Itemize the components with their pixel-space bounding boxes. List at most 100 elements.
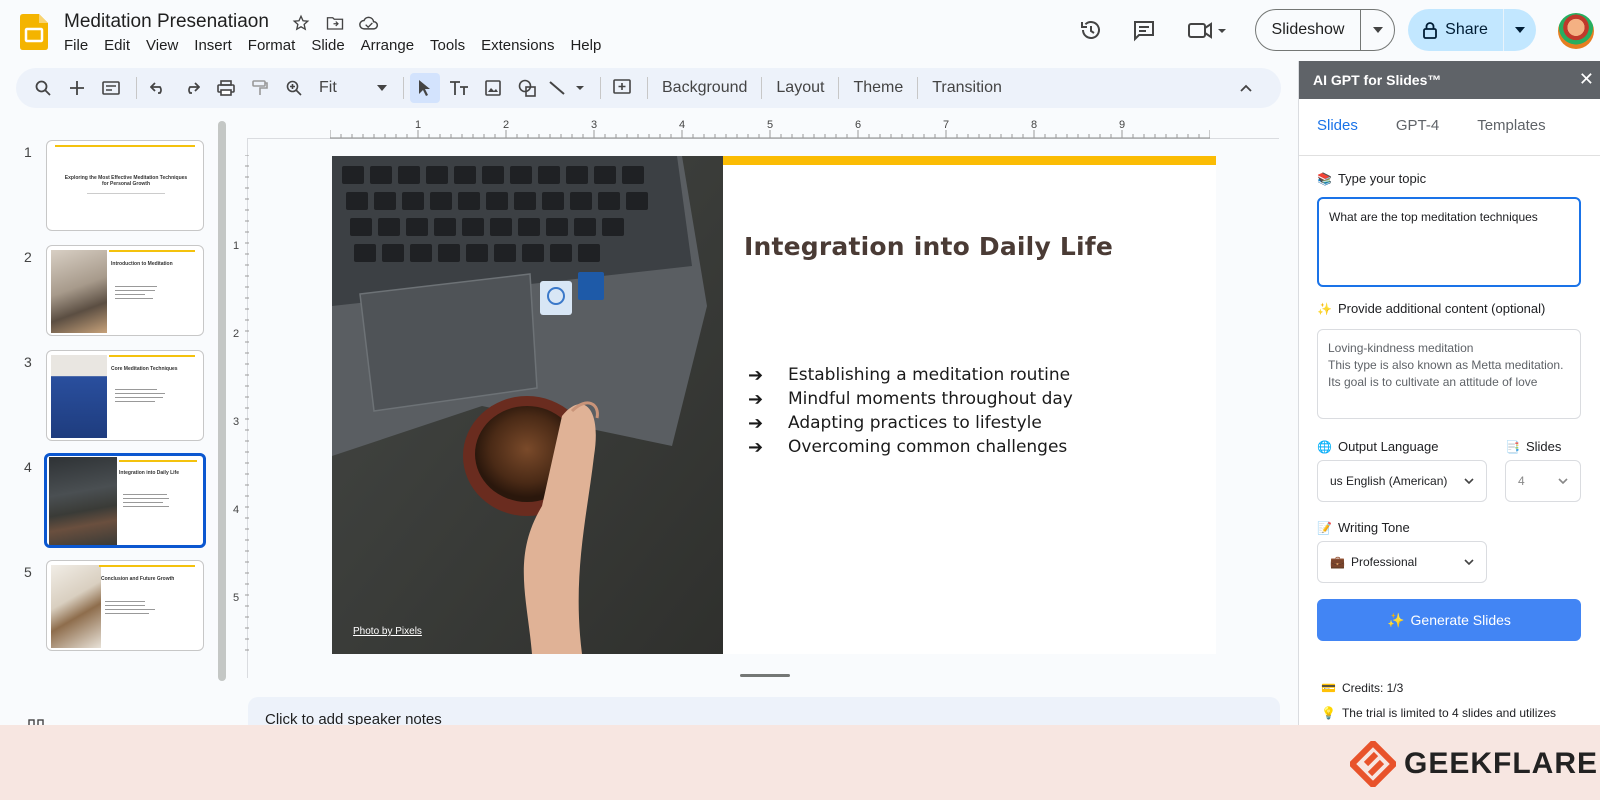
- zoom-value: Fit: [319, 79, 337, 96]
- filmstrip-scrollbar[interactable]: [218, 121, 226, 681]
- extra-content-label: ✨ Provide additional content (optional): [1317, 301, 1546, 316]
- bullet-item: ➔ Overcoming common challenges: [748, 435, 1073, 459]
- ruler-label: 6: [855, 119, 862, 131]
- share-dropdown-icon[interactable]: [1504, 9, 1536, 51]
- thumbnail-number: 5: [24, 564, 32, 580]
- menu-edit[interactable]: Edit: [104, 37, 146, 54]
- writing-tone-select[interactable]: 💼 Professional: [1317, 541, 1487, 583]
- line-tool-icon[interactable]: [546, 73, 590, 103]
- thumbnail-slide-1[interactable]: 1 Exploring the Most Effective Meditatio…: [0, 140, 220, 235]
- bullet-text: Establishing a meditation routine: [788, 365, 1071, 385]
- output-language-value: us English (American): [1330, 474, 1448, 488]
- top-bar: Meditation Presenatiaon File Edit View I…: [0, 0, 1600, 62]
- bullet-item: ➔ Establishing a meditation routine: [748, 363, 1073, 387]
- close-icon[interactable]: ✕: [1579, 69, 1594, 90]
- menu-insert[interactable]: Insert: [194, 37, 248, 54]
- slide-photo[interactable]: Photo by Pixels: [332, 156, 723, 654]
- meet-call-icon[interactable]: [1182, 12, 1232, 48]
- vertical-ruler[interactable]: 1 2 3 4 5: [233, 155, 249, 655]
- generate-slides-button[interactable]: ✨ Generate Slides: [1317, 599, 1581, 641]
- chevron-down-icon: [1464, 559, 1474, 565]
- slides-count-select[interactable]: 4: [1505, 460, 1581, 502]
- thumbnail-slide-5[interactable]: 5 Conclusion and Future Growth: [0, 560, 220, 655]
- current-slide[interactable]: Photo by Pixels Integration into Daily L…: [332, 156, 1216, 654]
- extra-content-input[interactable]: Loving-kindness meditation This type is …: [1317, 329, 1581, 419]
- transition-button[interactable]: Transition: [924, 79, 1010, 97]
- move-folder-icon[interactable]: [324, 12, 346, 34]
- arrow-icon: ➔: [748, 364, 764, 386]
- topic-input[interactable]: What are the top meditation techniques: [1317, 197, 1581, 287]
- credits-info: 💳 Credits: 1/3: [1321, 681, 1404, 695]
- layout-button[interactable]: Layout: [768, 79, 832, 97]
- ruler-label: 5: [233, 592, 240, 604]
- menu-format[interactable]: Format: [248, 37, 312, 54]
- horizontal-ruler[interactable]: 1 2 3 4 5 6 7 8 9: [330, 119, 1210, 139]
- slides-logo-icon[interactable]: [20, 14, 48, 50]
- slide-filmstrip: 1 Exploring the Most Effective Meditatio…: [0, 120, 225, 690]
- search-menus-icon[interactable]: [28, 73, 58, 103]
- version-history-icon[interactable]: [1073, 12, 1109, 48]
- menu-help[interactable]: Help: [570, 37, 617, 54]
- thumbnail-slide-3[interactable]: 3 Core Meditation Techniques: [0, 350, 220, 445]
- menu-slide[interactable]: Slide: [311, 37, 360, 54]
- menu-arrange[interactable]: Arrange: [361, 37, 430, 54]
- text-box-icon[interactable]: [444, 73, 474, 103]
- share-button[interactable]: Share: [1408, 9, 1536, 51]
- page-icon: 📑: [1505, 439, 1520, 454]
- slide-layout-icon[interactable]: [96, 73, 126, 103]
- shape-icon[interactable]: [512, 73, 542, 103]
- photo-credit-link[interactable]: Photo by Pixels: [353, 626, 422, 637]
- cloud-status-icon[interactable]: [358, 12, 380, 34]
- print-icon[interactable]: [211, 73, 241, 103]
- add-comment-icon[interactable]: [607, 73, 637, 103]
- slideshow-label[interactable]: Slideshow: [1256, 10, 1361, 50]
- output-language-select[interactable]: us English (American): [1317, 460, 1487, 502]
- geekflare-wordmark: GEEKFLARE: [1404, 747, 1599, 780]
- bullet-item: ➔ Adapting practices to lifestyle: [748, 411, 1073, 435]
- thumbnail-slide-2[interactable]: 2 Introduction to Meditation: [0, 245, 220, 340]
- undo-icon[interactable]: [143, 73, 173, 103]
- menu-file[interactable]: File: [64, 37, 104, 54]
- tab-slides[interactable]: Slides: [1317, 117, 1358, 134]
- thumbnail-number: 3: [24, 354, 32, 370]
- slides-count-value: 4: [1518, 474, 1525, 488]
- menu-extensions[interactable]: Extensions: [481, 37, 570, 54]
- zoom-icon[interactable]: [279, 73, 309, 103]
- ruler-label: 2: [233, 328, 240, 340]
- topic-label: 📚 Type your topic: [1317, 171, 1427, 186]
- bullet-item: ➔ Mindful moments throughout day: [748, 387, 1073, 411]
- document-title[interactable]: Meditation Presenatiaon: [64, 11, 269, 33]
- select-tool-icon[interactable]: [410, 73, 440, 103]
- notes-resize-handle[interactable]: [740, 674, 790, 677]
- user-avatar[interactable]: [1558, 13, 1594, 49]
- arrow-icon: ➔: [748, 436, 764, 458]
- theme-button[interactable]: Theme: [845, 79, 911, 97]
- zoom-select[interactable]: Fit: [313, 73, 393, 103]
- geekflare-mark-icon: [1350, 741, 1396, 787]
- slideshow-dropdown-icon[interactable]: [1361, 10, 1394, 50]
- insert-image-icon[interactable]: [478, 73, 508, 103]
- thumbnail-slide-4[interactable]: 4 Integration into Daily Life: [0, 453, 220, 550]
- bullet-text: Adapting practices to lifestyle: [788, 413, 1042, 433]
- menu-tools[interactable]: Tools: [430, 37, 481, 54]
- menu-view[interactable]: View: [146, 37, 194, 54]
- tab-gpt4[interactable]: GPT-4: [1396, 117, 1439, 134]
- collapse-toolbar-icon[interactable]: [1231, 73, 1261, 103]
- tab-templates[interactable]: Templates: [1477, 117, 1545, 134]
- slideshow-button[interactable]: Slideshow: [1255, 9, 1395, 51]
- panel-title: AI GPT for Slides™: [1313, 72, 1442, 88]
- redo-icon[interactable]: [177, 73, 207, 103]
- star-icon[interactable]: [290, 12, 312, 34]
- comments-icon[interactable]: [1126, 12, 1162, 48]
- ruler-label: 9: [1119, 119, 1126, 131]
- slide-title[interactable]: Integration into Daily Life: [744, 232, 1113, 261]
- ruler-label: 4: [679, 119, 686, 131]
- new-slide-icon[interactable]: [62, 73, 92, 103]
- bullet-list[interactable]: ➔ Establishing a meditation routine ➔ Mind…: [748, 363, 1073, 459]
- ruler-label: 3: [233, 416, 240, 428]
- background-button[interactable]: Background: [654, 79, 755, 97]
- thumbnail-title: Conclusion and Future Growth: [101, 576, 175, 582]
- thumbnail-number: 2: [24, 249, 32, 265]
- menu-bar: File Edit View Insert Format Slide Arran…: [64, 37, 617, 54]
- paint-format-icon[interactable]: [245, 73, 275, 103]
